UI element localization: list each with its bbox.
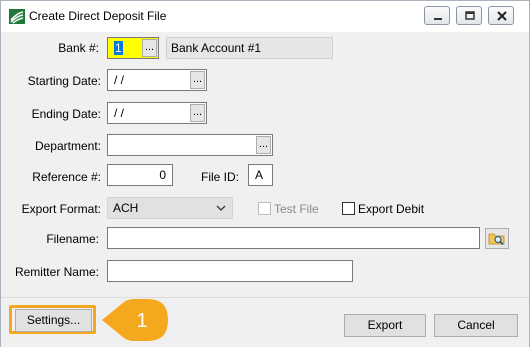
title-bar: Create Direct Deposit File (1, 1, 529, 32)
folder-search-icon (485, 228, 509, 249)
ending-date-picker-button[interactable]: ... (190, 104, 205, 122)
bank-label: Bank #: (58, 41, 99, 55)
export-debit-label: Export Debit (358, 202, 425, 216)
close-button[interactable] (488, 6, 514, 25)
remitter-name-label: Remitter Name: (14, 265, 99, 279)
direct-deposit-dialog: Create Direct Deposit File Bank #: 1 ...… (0, 0, 530, 347)
callout-number: 1 (136, 310, 147, 332)
export-format-select[interactable]: ACH (107, 197, 233, 219)
close-icon (497, 11, 507, 21)
bank-account-name: Bank Account #1 (166, 37, 333, 59)
dialog-footer: Settings... 1 Export Cancel (1, 297, 529, 347)
starting-date-picker-button[interactable]: ... (190, 71, 205, 89)
starting-date-label: Starting Date: (27, 74, 101, 88)
export-button[interactable]: Export (344, 314, 426, 337)
filename-input[interactable] (107, 227, 480, 249)
minimize-icon (434, 18, 442, 20)
file-id-input[interactable]: A (248, 164, 273, 186)
bank-number-value: 1 (114, 41, 123, 55)
maximize-button[interactable] (456, 6, 482, 25)
ending-date-label: Ending Date: (31, 107, 101, 121)
export-format-label: Export Format: (21, 202, 101, 216)
test-file-checkbox[interactable] (258, 202, 271, 215)
file-id-label: File ID: (200, 170, 239, 184)
cancel-button[interactable]: Cancel (434, 314, 518, 337)
step-callout-badge: 1 (102, 299, 168, 341)
test-file-label: Test File (274, 202, 319, 216)
export-debit-checkbox[interactable] (342, 202, 355, 215)
window-title: Create Direct Deposit File (29, 9, 167, 23)
browse-folder-button[interactable] (485, 228, 509, 249)
bank-lookup-button[interactable]: ... (142, 39, 157, 57)
department-lookup-button[interactable]: ... (256, 136, 271, 154)
reference-label: Reference #: (32, 170, 101, 184)
department-input[interactable] (107, 134, 273, 156)
minimize-button[interactable] (424, 6, 450, 25)
filename-label: Filename: (46, 232, 99, 246)
form-body: Bank #: 1 ... Bank Account #1 Starting D… (1, 32, 529, 297)
department-label: Department: (34, 139, 101, 153)
app-logo-icon (9, 9, 25, 24)
settings-button[interactable]: Settings... (15, 309, 92, 332)
chevron-down-icon (216, 205, 226, 211)
remitter-name-input[interactable] (107, 260, 353, 282)
reference-input[interactable]: 0 (107, 164, 173, 186)
maximize-icon (465, 11, 475, 20)
export-format-value: ACH (113, 201, 139, 215)
